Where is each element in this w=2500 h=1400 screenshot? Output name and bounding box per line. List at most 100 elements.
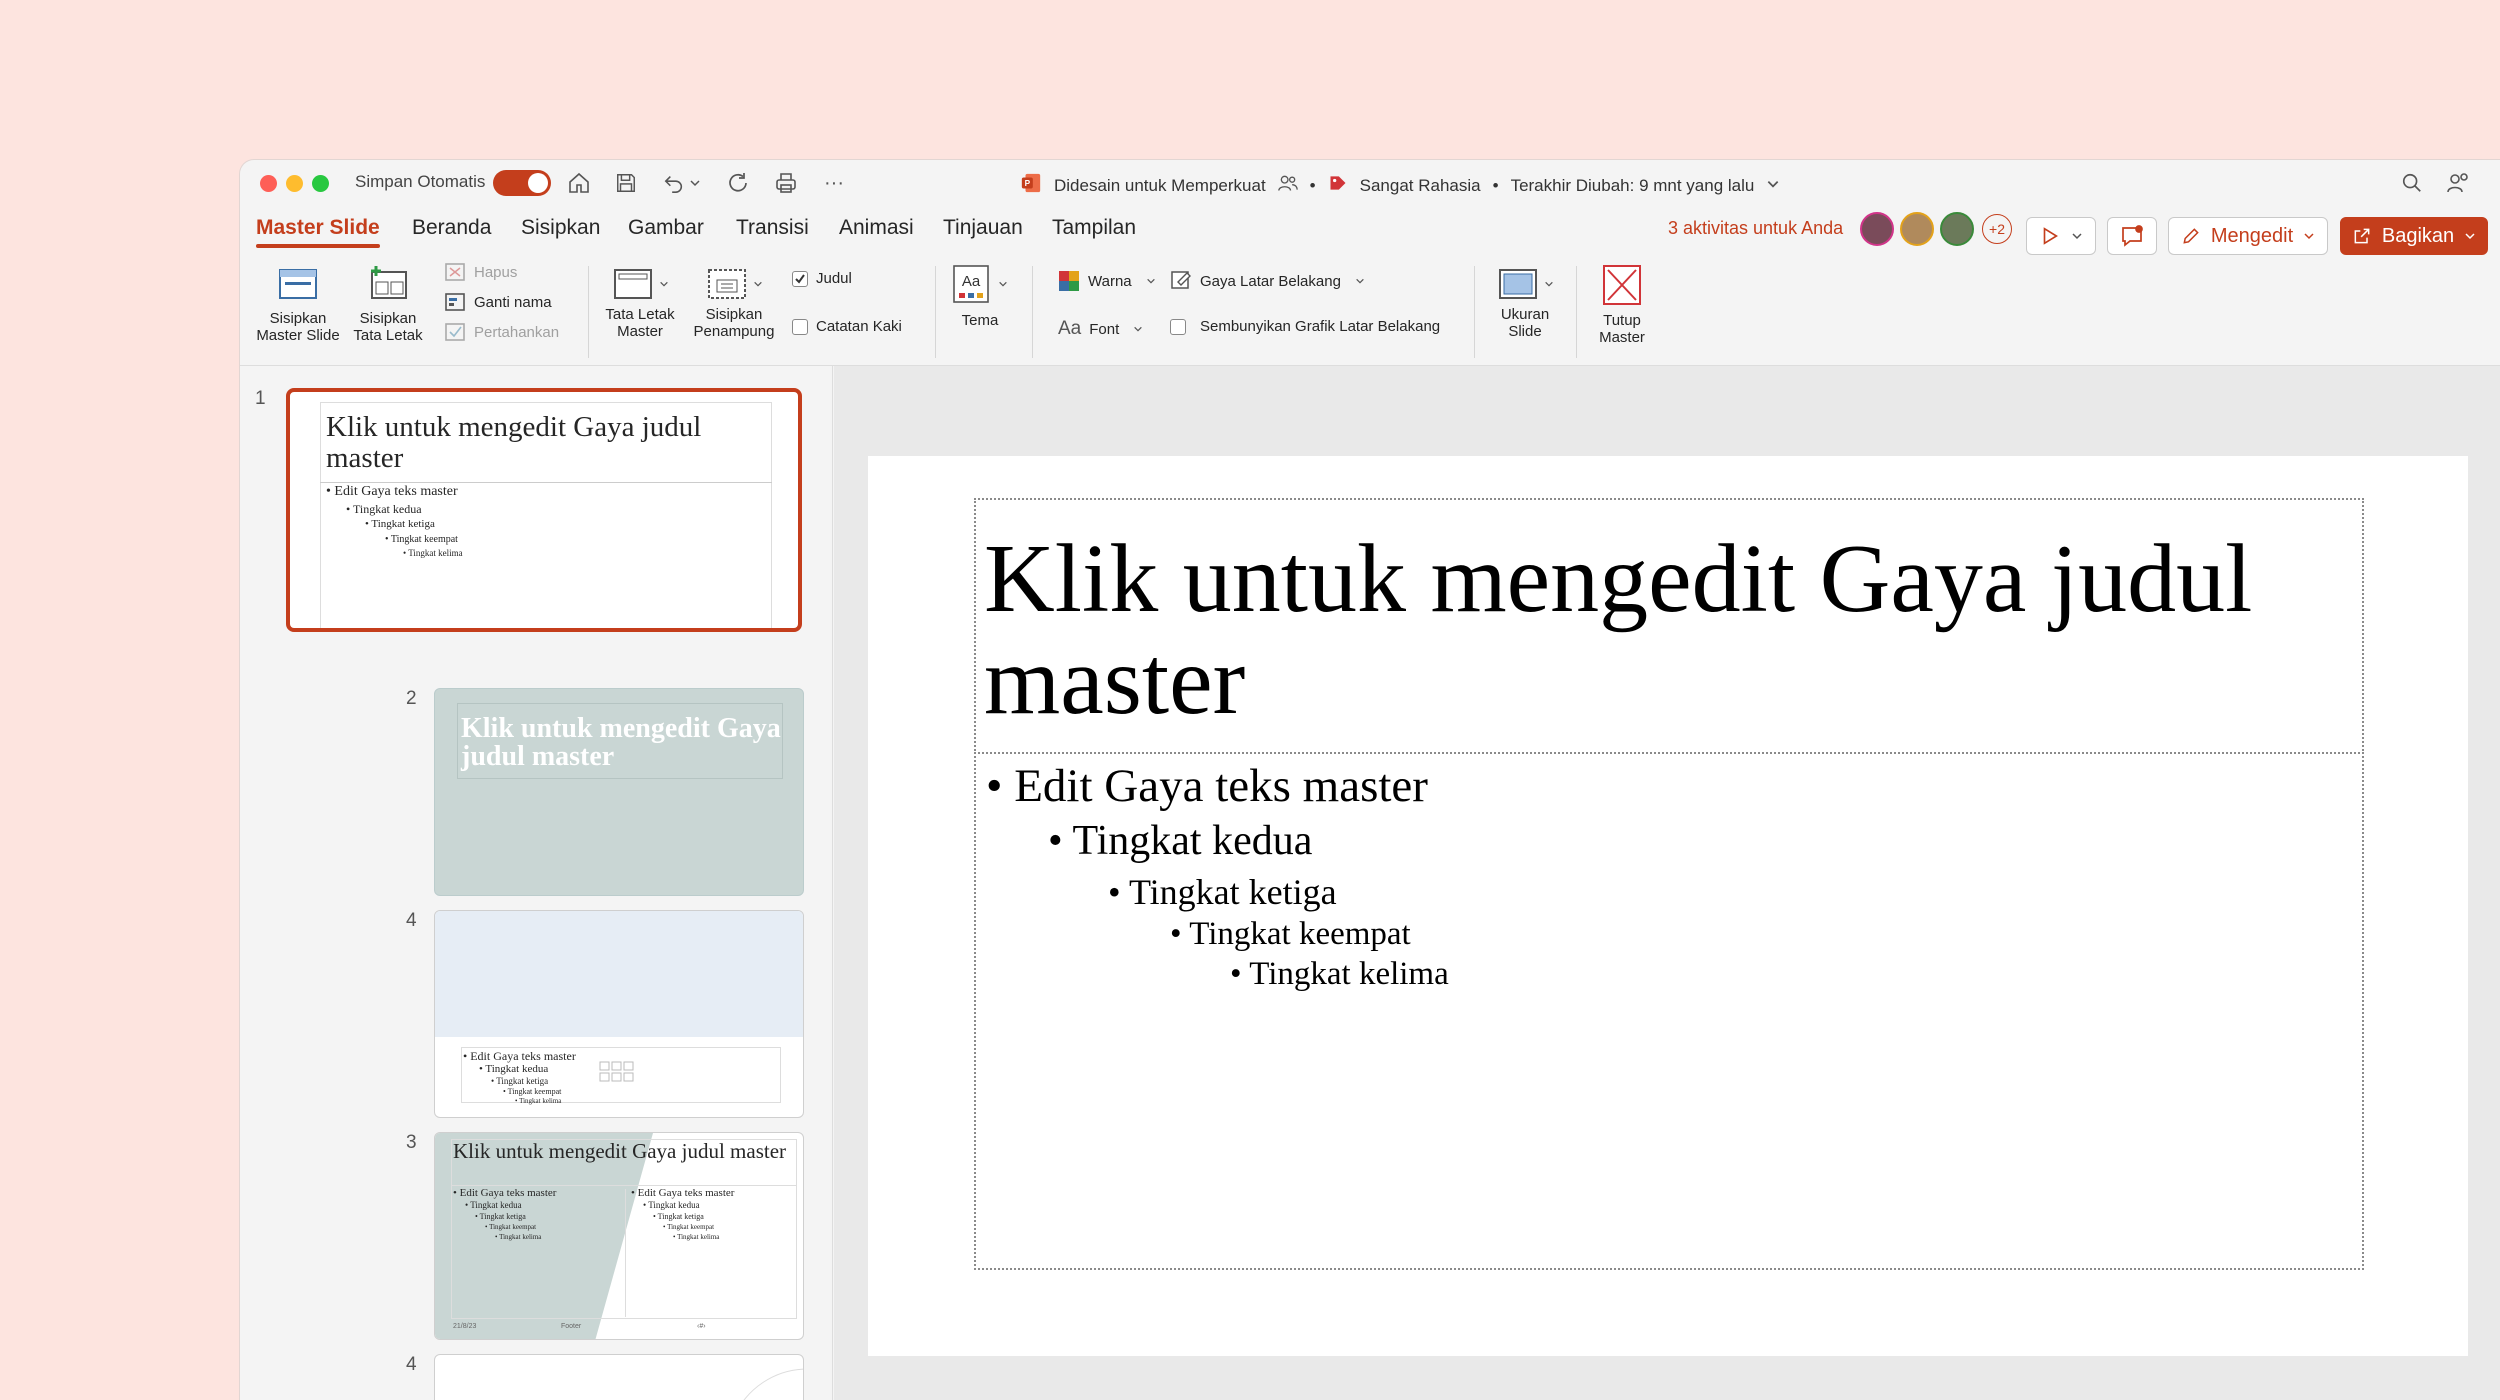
account-settings-icon[interactable]	[2444, 169, 2472, 197]
tab-sisipkan[interactable]: Sisipkan	[521, 216, 600, 240]
save-icon[interactable]	[612, 169, 640, 197]
tab-tinjauan[interactable]: Tinjauan	[943, 216, 1023, 240]
tab-master-slide[interactable]: Master Slide	[256, 216, 380, 248]
sensitivity-label[interactable]: Sangat Rahasia	[1360, 176, 1481, 196]
redo-icon[interactable]	[724, 169, 752, 197]
editing-mode-label: Mengedit	[2210, 224, 2294, 247]
checkbox-checked[interactable]	[792, 270, 808, 287]
text-level-5[interactable]: • Tingkat kelima	[1230, 954, 1449, 994]
thumbnail-level-1: • Edit Gaya teks master	[463, 1049, 576, 1063]
chevron-down-icon	[660, 281, 668, 287]
present-button[interactable]	[2026, 217, 2096, 255]
tab-gambar[interactable]: Gambar	[628, 216, 704, 240]
text-level-1[interactable]: • Edit Gaya teks master	[986, 758, 1428, 814]
text-level-2[interactable]: • Tingkat kedua	[1048, 816, 1312, 866]
autosave-toggle[interactable]	[493, 170, 551, 196]
thumbnail-level-1: • Edit Gaya teks master	[631, 1187, 735, 1199]
avatar[interactable]	[1900, 212, 1934, 246]
slide-thumbnail-layout-title[interactable]: Klik untuk mengedit Gaya judul master	[434, 688, 804, 896]
ribbon-tabs: Master Slide Beranda Sisipkan Gambar Tra…	[240, 204, 2500, 254]
slide-number: 2	[406, 688, 417, 709]
avatar[interactable]	[1940, 212, 1974, 246]
slide-thumbnail-layout[interactable]	[434, 1354, 804, 1400]
ribbon-separator	[1474, 266, 1475, 358]
thumbnail-column-divider	[625, 1189, 626, 1317]
thumbnail-level-3: • Tingkat ketiga	[653, 1212, 704, 1221]
checkbox-unchecked[interactable]	[792, 318, 808, 335]
title-placeholder[interactable]: Klik untuk mengedit Gaya judul master	[974, 498, 2364, 754]
hide-background-graphics-checkbox[interactable]: Sembunyikan Grafik Latar Belakang	[1170, 318, 1440, 335]
delete-label: Hapus	[474, 263, 518, 281]
delete-button[interactable]: Hapus	[444, 262, 517, 282]
thumbnail-level-4: • Tingkat keempat	[663, 1223, 715, 1231]
svg-text:P: P	[1025, 179, 1031, 188]
colors-icon	[1059, 271, 1079, 291]
colors-label: Warna	[1088, 272, 1132, 290]
ribbon-separator	[1032, 266, 1033, 358]
text-level-3[interactable]: • Tingkat ketiga	[1108, 870, 1337, 914]
editing-mode-button[interactable]: Mengedit	[2168, 217, 2328, 255]
ribbon-separator	[935, 266, 936, 358]
thumbnail-level-5: • Tingkat kelima	[495, 1233, 542, 1241]
share-button[interactable]: Bagikan	[2340, 217, 2488, 255]
thumbnail-date: 21/8/23	[453, 1323, 477, 1330]
fonts-button[interactable]: Aa Font	[1058, 318, 1143, 340]
theme-icon: Aa	[953, 265, 989, 303]
last-modified-label[interactable]: Terakhir Diubah: 9 mnt yang lalu	[1511, 176, 1755, 196]
title-bar: Simpan Otomatis ··· P Didesain untuk Mem…	[240, 160, 2500, 204]
rename-button[interactable]: Ganti nama	[444, 292, 552, 312]
colors-button[interactable]: Warna	[1058, 270, 1156, 292]
master-layout-label-1: Tata Letak	[605, 306, 675, 323]
insert-slide-master-button[interactable]: Sisipkan Master Slide	[252, 262, 344, 344]
preserve-button[interactable]: Pertahankan	[444, 322, 559, 342]
slide-thumbnail-master[interactable]: Klik untuk mengedit Gaya judul master • …	[286, 388, 802, 632]
background-styles-label: Gaya Latar Belakang	[1200, 272, 1341, 290]
insert-placeholder-label-1: Sisipkan	[705, 306, 763, 323]
tab-transisi[interactable]: Transisi	[736, 216, 809, 240]
thumbnail-title: Klik untuk mengedit Gaya judul master	[461, 713, 781, 772]
master-layout-button[interactable]: Tata Letak Master	[596, 262, 684, 340]
slide-editor-area[interactable]: Klik untuk mengedit Gaya judul master • …	[834, 366, 2500, 1400]
thumbnail-footer: Footer	[561, 1323, 582, 1330]
themes-button[interactable]: Aa Tema	[944, 262, 1016, 329]
home-icon[interactable]	[565, 169, 593, 197]
chevron-down-icon[interactable]	[1766, 176, 1780, 196]
search-icon[interactable]	[2398, 169, 2426, 197]
close-window-button[interactable]	[260, 175, 277, 192]
zoom-window-button[interactable]	[312, 175, 329, 192]
thumbnail-level-1: • Edit Gaya teks master	[326, 484, 458, 499]
slide-size-button[interactable]: Ukuran Slide	[1486, 262, 1564, 340]
avatar[interactable]	[1860, 212, 1894, 246]
slide-canvas[interactable]: Klik untuk mengedit Gaya judul master • …	[868, 456, 2468, 1356]
title-checkbox[interactable]: Judul	[792, 270, 852, 287]
insert-slide-master-label-1: Sisipkan	[269, 310, 327, 327]
tab-tampilan[interactable]: Tampilan	[1052, 216, 1136, 240]
insert-placeholder-label-2: Penampung	[693, 323, 775, 340]
background-styles-button[interactable]: Gaya Latar Belakang	[1170, 270, 1365, 292]
slide-thumbnail-layout-content[interactable]: • Edit Gaya teks master • Tingkat kedua …	[434, 910, 804, 1118]
footer-checkbox[interactable]: Catatan Kaki	[792, 318, 902, 335]
tab-animasi[interactable]: Animasi	[839, 216, 914, 240]
undo-icon[interactable]	[660, 169, 688, 197]
tab-beranda[interactable]: Beranda	[412, 216, 491, 240]
comments-button[interactable]	[2107, 217, 2157, 255]
close-master-label-2: Master	[1599, 329, 1645, 346]
more-commands-button[interactable]: ···	[820, 169, 848, 197]
undo-dropdown-chevron-icon[interactable]	[686, 169, 704, 197]
more-collaborators-badge[interactable]: +2	[1982, 214, 2012, 244]
preserve-icon	[445, 323, 465, 341]
minimize-window-button[interactable]	[286, 175, 303, 192]
activity-link[interactable]: 3 aktivitas untuk Anda	[1668, 218, 1843, 239]
slide-thumbnail-pane[interactable]: 1 Klik untuk mengedit Gaya judul master …	[240, 366, 833, 1400]
close-master-view-button[interactable]: Tutup Master	[1586, 262, 1658, 346]
content-placeholder[interactable]: • Edit Gaya teks master • Tingkat kedua …	[974, 752, 2364, 1270]
powerpoint-window: Simpan Otomatis ··· P Didesain untuk Mem…	[240, 160, 2500, 1400]
insert-layout-button[interactable]: Sisipkan Tata Letak	[348, 262, 428, 344]
slide-thumbnail-layout-two-content[interactable]: Klik untuk mengedit Gaya judul master • …	[434, 1132, 804, 1340]
checkbox-unchecked[interactable]	[1170, 318, 1186, 335]
text-level-4[interactable]: • Tingkat keempat	[1170, 914, 1411, 954]
slide-title[interactable]: Klik untuk mengedit Gaya judul master	[984, 528, 2354, 732]
document-title[interactable]: Didesain untuk Memperkuat	[1054, 176, 1266, 196]
insert-placeholder-button[interactable]: Sisipkan Penampung	[688, 262, 780, 340]
print-icon[interactable]	[772, 169, 800, 197]
